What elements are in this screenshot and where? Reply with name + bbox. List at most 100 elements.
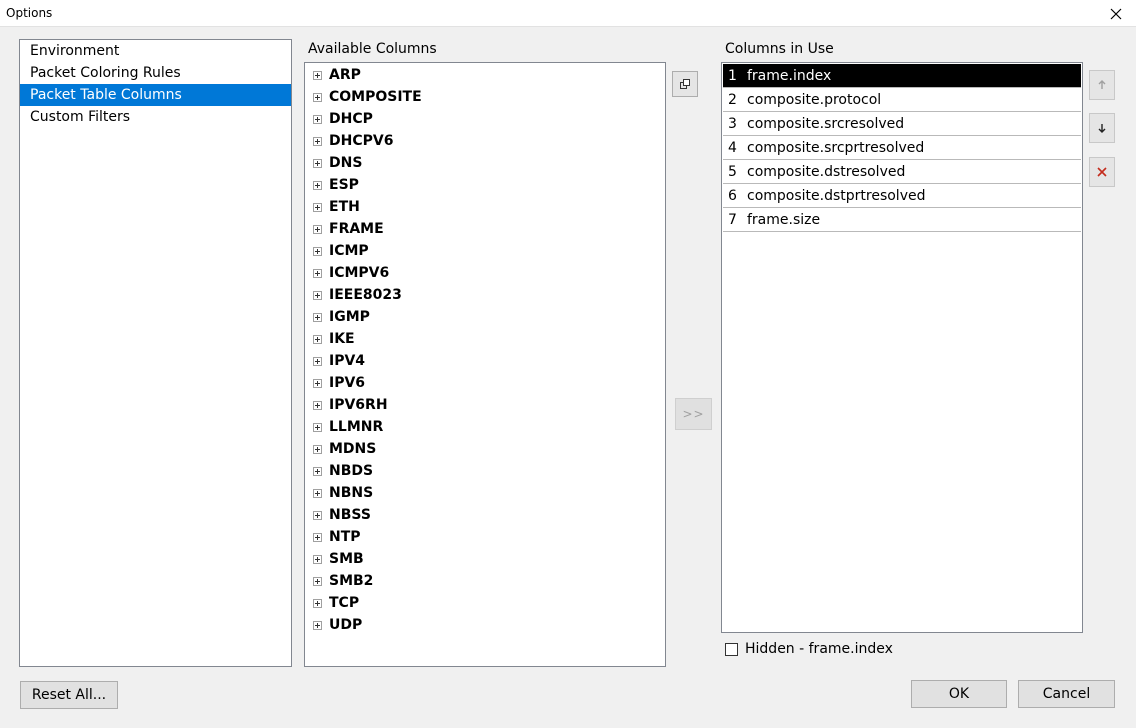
tree-item-label: ICMPV6 (329, 265, 390, 281)
expand-icon[interactable] (313, 202, 322, 212)
hidden-label: Hidden - frame.index (745, 641, 893, 657)
tree-item-label: NBDS (329, 463, 374, 479)
tree-item[interactable]: SMB (305, 548, 665, 570)
tree-item[interactable]: ICMPV6 (305, 262, 665, 284)
expand-icon[interactable] (313, 510, 322, 520)
tree-item[interactable]: NBDS (305, 460, 665, 482)
expand-icon[interactable] (313, 70, 322, 80)
tree-item[interactable]: ICMP (305, 240, 665, 262)
expand-icon[interactable] (313, 466, 322, 476)
list-item-number: 6 (728, 187, 737, 204)
cancel-button[interactable]: Cancel (1018, 680, 1115, 708)
tree-item[interactable]: NBSS (305, 504, 665, 526)
expand-icon[interactable] (313, 246, 322, 256)
move-down-button[interactable] (1089, 113, 1115, 143)
tree-item-label: ARP (329, 67, 361, 83)
nav-item-packet-coloring-rules[interactable]: Packet Coloring Rules (20, 62, 291, 84)
tree-item[interactable]: IPV4 (305, 350, 665, 372)
tree-item[interactable]: DHCPV6 (305, 130, 665, 152)
list-item-number: 4 (728, 139, 737, 156)
expand-icon[interactable] (313, 554, 322, 564)
list-item-name: composite.dstresolved (747, 163, 906, 180)
expand-icon[interactable] (313, 378, 322, 388)
tree-item[interactable]: LLMNR (305, 416, 665, 438)
tree-item[interactable]: IPV6 (305, 372, 665, 394)
list-item-number: 1 (728, 67, 737, 84)
list-item-number: 3 (728, 115, 737, 132)
tree-item-label: MDNS (329, 441, 377, 457)
list-item-number: 5 (728, 163, 737, 180)
tree-item[interactable]: TCP (305, 592, 665, 614)
expand-icon[interactable] (313, 620, 322, 630)
tree-item[interactable]: ESP (305, 174, 665, 196)
arrow-down-icon (1098, 124, 1106, 133)
add-column-button[interactable]: >> (675, 398, 712, 430)
close-button[interactable] (1096, 0, 1136, 27)
tree-item-label: IKE (329, 331, 355, 347)
tree-item-label: LLMNR (329, 419, 384, 435)
tree-item-label: DHCP (329, 111, 373, 127)
list-item[interactable]: 5 composite.dstresolved (723, 160, 1081, 184)
expand-icon[interactable] (313, 312, 322, 322)
list-item[interactable]: 1 frame.index (723, 64, 1081, 88)
tree-item[interactable]: MDNS (305, 438, 665, 460)
list-item[interactable]: 7 frame.size (723, 208, 1081, 232)
arrow-up-icon (1098, 80, 1106, 89)
tree-item-label: SMB2 (329, 573, 374, 589)
list-item-name: frame.size (747, 211, 821, 228)
expand-icon[interactable] (313, 158, 322, 168)
move-up-button[interactable] (1089, 70, 1115, 100)
expand-icon[interactable] (313, 598, 322, 608)
tree-item-label: TCP (329, 595, 360, 611)
list-item[interactable]: 4 composite.srcprtresolved (723, 136, 1081, 160)
ok-button[interactable]: OK (911, 680, 1007, 708)
tree-item-label: UDP (329, 617, 363, 633)
tree-item-label: NTP (329, 529, 361, 545)
tree-item[interactable]: IGMP (305, 306, 665, 328)
reset-all-button[interactable]: Reset All... (20, 681, 118, 709)
tree-item[interactable]: DNS (305, 152, 665, 174)
hidden-checkbox[interactable] (725, 642, 738, 656)
expand-icon[interactable] (313, 224, 322, 234)
expand-icon[interactable] (313, 334, 322, 344)
expand-icon[interactable] (313, 422, 322, 432)
tree-item[interactable]: IEEE8023 (305, 284, 665, 306)
category-list[interactable]: Environment Packet Coloring Rules Packet… (19, 39, 292, 667)
tree-item[interactable]: COMPOSITE (305, 86, 665, 108)
nav-item-packet-table-columns[interactable]: Packet Table Columns (20, 84, 291, 106)
tree-item[interactable]: ETH (305, 196, 665, 218)
expand-icon[interactable] (313, 180, 322, 190)
expand-icon[interactable] (313, 444, 322, 454)
tree-item[interactable]: IPV6RH (305, 394, 665, 416)
expand-icon[interactable] (313, 576, 322, 586)
tree-item[interactable]: SMB2 (305, 570, 665, 592)
tree-item[interactable]: DHCP (305, 108, 665, 130)
remove-column-button[interactable] (1089, 157, 1115, 187)
expand-icon[interactable] (313, 532, 322, 542)
columns-in-use-list[interactable]: 1 frame.index 2 composite.protocol 3 composit… (721, 62, 1083, 633)
list-item[interactable]: 3 composite.srcresolved (723, 112, 1081, 136)
list-item[interactable]: 2 composite.protocol (723, 88, 1081, 112)
nav-item-custom-filters[interactable]: Custom Filters (20, 106, 291, 128)
expand-icon[interactable] (313, 268, 322, 278)
nav-item-environment[interactable]: Environment (20, 40, 291, 62)
expand-icon[interactable] (313, 92, 322, 102)
tree-item[interactable]: IKE (305, 328, 665, 350)
available-columns-tree[interactable]: ARP COMPOSITE DHCP DHCPV6 DNS ESP ETH FRAME ICMP… (304, 62, 666, 667)
expand-icon[interactable] (313, 136, 322, 146)
tree-item[interactable]: FRAME (305, 218, 665, 240)
expand-icon[interactable] (313, 488, 322, 498)
tree-item-label: DHCPV6 (329, 133, 394, 149)
expand-icon[interactable] (313, 400, 322, 410)
expand-icon[interactable] (313, 356, 322, 366)
copy-button[interactable] (672, 71, 698, 97)
tree-item[interactable]: NBNS (305, 482, 665, 504)
tree-item[interactable]: UDP (305, 614, 665, 636)
expand-icon[interactable] (313, 114, 322, 124)
tree-item-label: ETH (329, 199, 360, 215)
list-item[interactable]: 6 composite.dstprtresolved (723, 184, 1081, 208)
tree-item-label: ICMP (329, 243, 369, 259)
expand-icon[interactable] (313, 290, 322, 300)
tree-item[interactable]: ARP (305, 64, 665, 86)
tree-item[interactable]: NTP (305, 526, 665, 548)
